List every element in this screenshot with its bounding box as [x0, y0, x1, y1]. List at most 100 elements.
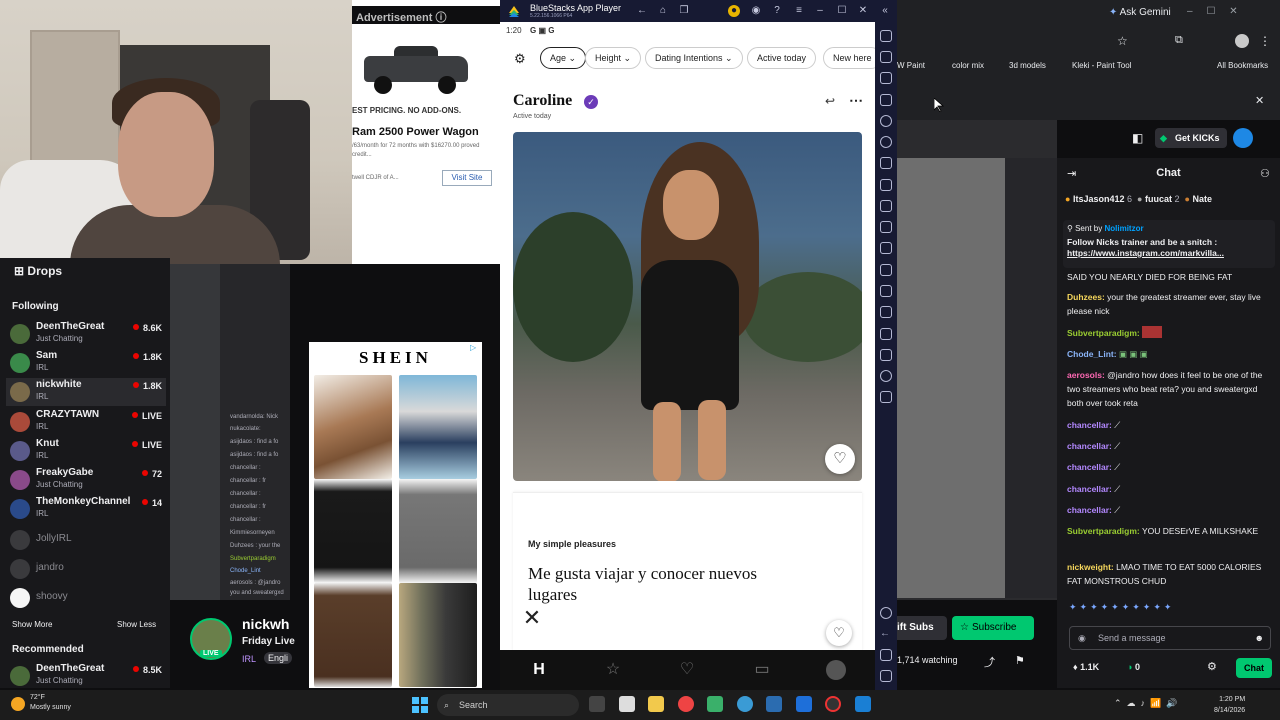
bookmark-item[interactable]: Kleki - Paint Tool — [1072, 61, 1131, 70]
chat-username[interactable]: chancellar: — [1067, 462, 1112, 472]
skip-button[interactable]: ✕ — [520, 606, 544, 630]
chat-send-button[interactable]: Chat — [1236, 658, 1272, 678]
eco-mode-icon[interactable] — [880, 306, 892, 318]
more-options-icon[interactable]: ⋯ — [849, 92, 863, 109]
nav-matches-icon[interactable]: ▭ — [751, 660, 773, 680]
user-avatar[interactable] — [1233, 128, 1253, 148]
folder-icon[interactable] — [880, 391, 892, 403]
chrome-menu-icon[interactable]: ⋮ — [1259, 34, 1271, 48]
notes-icon[interactable] — [766, 696, 782, 712]
report-icon[interactable]: ⚑ — [1015, 654, 1025, 667]
community-icon[interactable]: ⚇ — [1260, 167, 1270, 180]
nav-discover-icon[interactable]: H — [528, 660, 550, 680]
emote-bar[interactable]: ✦✦✦✦✦✦✦✦✦✦ — [1069, 602, 1269, 616]
product-pants-multi[interactable] — [399, 583, 477, 687]
bookmark-star-icon[interactable]: ☆ — [1117, 34, 1128, 48]
layers-icon[interactable] — [880, 349, 892, 361]
menu-icon[interactable]: ≡ — [793, 5, 805, 17]
filter-age[interactable]: Age ⌄ — [540, 47, 587, 69]
chat-username[interactable]: Duhzees: — [1067, 292, 1105, 302]
ask-gemini-button[interactable]: ✦ Ask Gemini — [1109, 7, 1171, 18]
chat-username[interactable]: chancellar: — [1067, 505, 1112, 515]
multi-instance-icon[interactable]: ❐ — [678, 5, 690, 17]
sidebar-channel-active[interactable]: nickwhite IRL 1.8K — [6, 378, 166, 406]
record-icon[interactable] — [880, 221, 892, 233]
product-black-shirt[interactable] — [314, 479, 392, 583]
android-recents-icon[interactable] — [880, 670, 892, 682]
nav-standouts-icon[interactable]: ☆ — [602, 660, 624, 680]
weather-sun-icon[interactable] — [11, 697, 25, 711]
like-photo-button[interactable]: ♡ — [825, 444, 855, 474]
media-manager-icon[interactable] — [880, 264, 892, 276]
sidebar-channel[interactable]: TheMonkeyChannel IRL 14 — [10, 495, 162, 523]
chat-username[interactable]: chancellar: — [1067, 441, 1112, 451]
layout-icon[interactable]: ◧ — [1132, 131, 1143, 145]
ad-title[interactable]: Ram 2500 Power Wagon — [352, 126, 479, 138]
filter-height[interactable]: Height ⌄ — [585, 47, 642, 69]
chat-settings-icon[interactable]: ⚙ — [1207, 660, 1217, 673]
bluestacks-taskbar-icon[interactable] — [707, 696, 723, 712]
filter-new-here[interactable]: New here — [823, 47, 882, 69]
location-icon[interactable] — [880, 328, 892, 340]
sidebar-channel[interactable]: Sam IRL 1.8K — [10, 349, 162, 377]
bookmark-item[interactable]: W Paint — [897, 61, 925, 70]
visit-site-button[interactable]: Visit Site — [442, 170, 492, 186]
coin-icon[interactable]: ● — [728, 5, 740, 17]
edge-icon[interactable] — [737, 696, 753, 712]
gamepad-icon[interactable] — [880, 157, 892, 169]
extensions-icon[interactable]: ⧉ — [1175, 34, 1183, 47]
truck-image[interactable] — [364, 46, 468, 96]
channel-points[interactable]: ♦ 1.1K — [1073, 662, 1099, 672]
sidebar-channel-offline[interactable]: jandro — [10, 555, 162, 583]
adchoices-icon[interactable]: ▷ — [470, 343, 480, 353]
pinned-link[interactable]: https://www.instagram.com/markvilla... — [1067, 248, 1271, 258]
bookmark-item[interactable]: 3d models — [1009, 61, 1046, 70]
chrome-icon[interactable] — [678, 696, 694, 712]
bookmark-item[interactable]: color mix — [952, 61, 984, 70]
rotate-icon[interactable] — [880, 115, 892, 127]
product-swimwear[interactable] — [399, 375, 477, 479]
profile-avatar[interactable] — [1235, 34, 1249, 48]
product-cargo-pants-grey[interactable] — [399, 479, 477, 583]
close-icon[interactable]: ✕ — [857, 5, 869, 17]
subscribe-button[interactable]: ☆ Subscribe — [952, 616, 1034, 640]
keyboard-icon[interactable] — [880, 94, 892, 106]
drops-link[interactable]: ⊞ Drops — [14, 264, 62, 278]
profile-photo[interactable]: ♡ — [513, 132, 862, 481]
undo-icon[interactable]: ↩ — [825, 94, 835, 108]
collapse-sidebar-icon[interactable]: « — [879, 5, 891, 17]
performance-icon[interactable] — [880, 370, 892, 382]
paint-icon[interactable] — [796, 696, 812, 712]
sidebar-channel-offline[interactable]: shoovy — [10, 584, 162, 612]
minimize-icon[interactable]: – — [814, 5, 826, 17]
chat-username[interactable]: chancellar: — [1067, 484, 1112, 494]
macro-icon[interactable] — [880, 179, 892, 191]
show-more-link[interactable]: Show More — [12, 620, 52, 629]
product-cargo-pants-brown[interactable] — [314, 583, 392, 687]
taskbar-search[interactable]: ⌕ Search — [437, 694, 579, 716]
android-home-icon[interactable] — [880, 649, 892, 661]
show-less-link[interactable]: Show Less — [117, 620, 156, 629]
maximize-icon[interactable]: ☐ — [836, 5, 848, 17]
chat-username[interactable]: nickweight: — [1067, 562, 1114, 572]
sidebar-channel[interactable]: DeenTheGreat Just Chatting 8.6K — [10, 320, 162, 348]
emote-picker-icon[interactable]: ☻ — [1255, 627, 1264, 649]
help-icon[interactable]: ? — [771, 5, 783, 17]
chat-input[interactable]: ◉ Send a message ☻ — [1069, 626, 1271, 650]
sidebar-channel[interactable]: Knut IRL LIVE — [10, 437, 162, 465]
obs-icon[interactable] — [825, 696, 841, 712]
media-icon[interactable] — [880, 72, 892, 84]
get-kicks-button[interactable]: ◆ Get KICKs — [1155, 128, 1227, 148]
chat-badge-icon[interactable]: ◉ — [1078, 627, 1086, 649]
file-explorer-icon[interactable] — [648, 696, 664, 712]
gifter-name[interactable]: ItsJason412 — [1073, 194, 1125, 204]
nav-profile-avatar[interactable] — [826, 660, 846, 680]
like-prompt-button[interactable]: ♡ — [826, 620, 852, 646]
streamer-name[interactable]: nickwh — [242, 616, 289, 632]
language-tag[interactable]: Engli — [264, 652, 293, 664]
sidebar-channel-offline[interactable]: JollyIRL — [10, 526, 162, 554]
app-icon[interactable] — [855, 696, 871, 712]
filter-settings-icon[interactable]: ⚙ — [514, 51, 526, 67]
shake-icon[interactable] — [880, 242, 892, 254]
tray-icons[interactable]: ⌃ ☁ ♪ 📶 🔊 — [1114, 698, 1177, 709]
